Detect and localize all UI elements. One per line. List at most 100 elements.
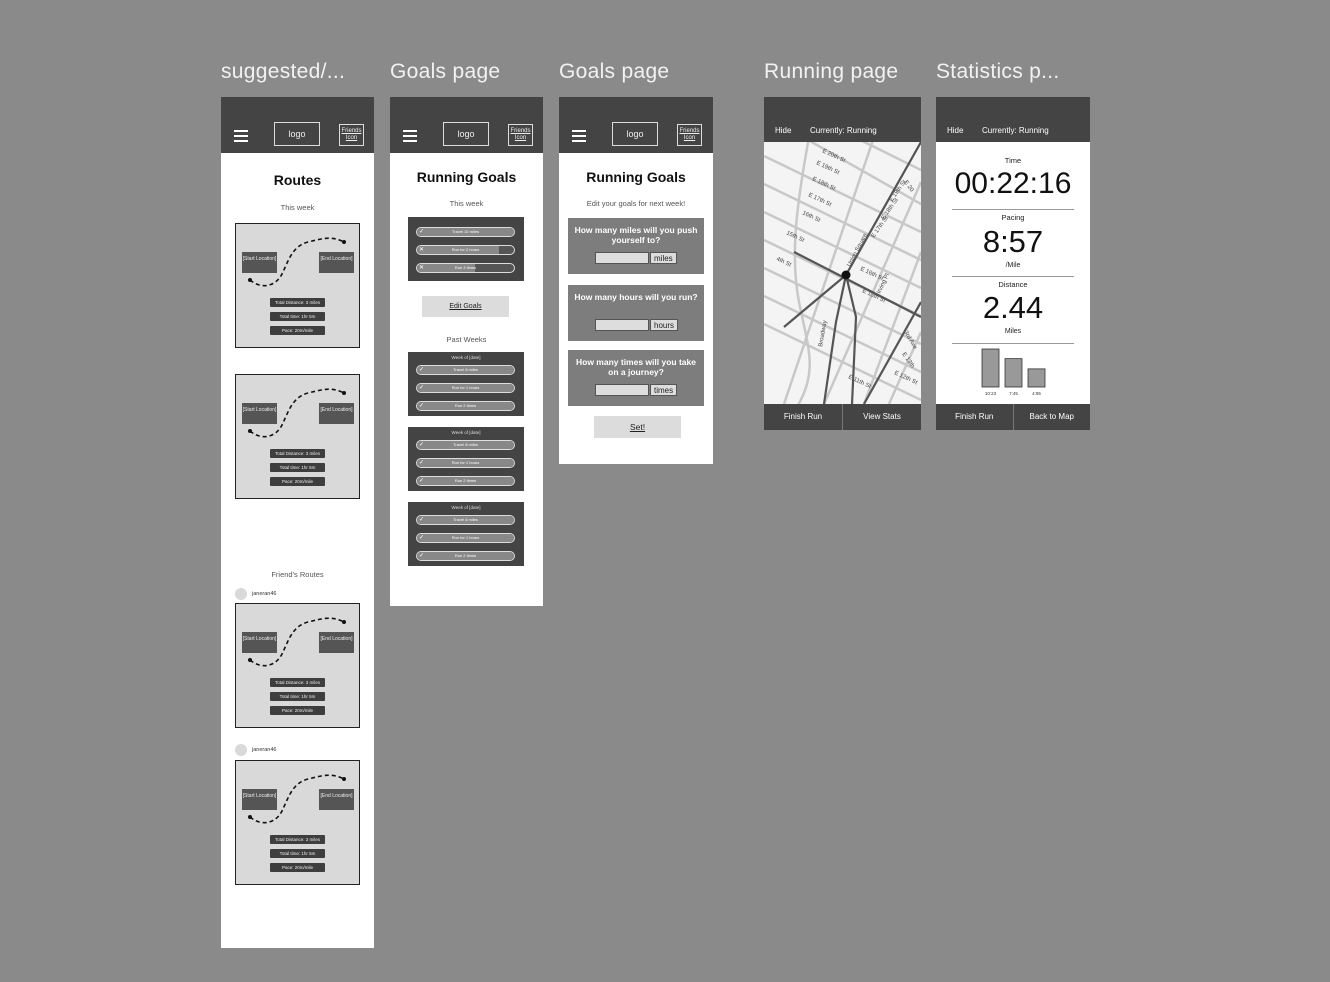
week-label: Week of [date] — [451, 430, 481, 435]
route-time: Total time: 1hr 5m — [270, 463, 325, 472]
view-stats-button[interactable]: View Stats — [843, 404, 921, 430]
goal-label: Run 2 times — [454, 403, 477, 408]
route-card[interactable]: [Start Location] [End Location] Total Dist… — [235, 760, 360, 885]
logo[interactable]: logo — [443, 122, 489, 146]
goal-input[interactable] — [595, 384, 649, 396]
goal-progress: ✓ Travel 10 miles — [416, 227, 515, 237]
friends-icon[interactable]: Friends Icon — [677, 124, 702, 146]
section-label-past-weeks: Past Weeks — [446, 335, 487, 344]
back-to-map-button[interactable]: Back to Map — [1014, 404, 1091, 430]
goal-label: Travel 10 miles — [452, 229, 479, 234]
goal-progress: ✕ Run for 2 hours — [416, 245, 515, 255]
route-card[interactable]: [Start Location] [End Location] Total Dist… — [235, 223, 360, 348]
start-location-label: [Start Location] — [242, 789, 277, 810]
goal-progress: ✓ Travel 8 miles — [416, 365, 515, 375]
edit-goals-button[interactable]: Edit Goals — [422, 296, 509, 317]
split-label: 10:23 — [985, 391, 997, 396]
goal-progress: ✓ Run for 1 hours — [416, 383, 515, 393]
goal-progress: ✕ Run 3 times — [416, 263, 515, 273]
hamburger-menu-icon[interactable] — [403, 130, 417, 142]
past-week-card[interactable]: Week of [date] ✓ Travel 8 miles ✓ Run for 1 … — [408, 502, 524, 566]
hide-button[interactable]: Hide — [947, 126, 963, 135]
friends-icon[interactable]: Friends Icon — [339, 124, 364, 146]
goal-question-card: How many miles will you push yourself to… — [568, 218, 704, 274]
route-card[interactable]: [Start Location] [End Location] Total Dist… — [235, 374, 360, 499]
goal-question: How many hours will you run? — [574, 292, 698, 302]
goal-unit: miles — [650, 252, 677, 264]
goals-frame: logo Friends Icon Running Goals This wee… — [390, 97, 543, 606]
split-bar — [1027, 368, 1046, 388]
route-pace: Pace: 20m/mile — [270, 326, 325, 335]
this-week-goals: ✓ Travel 10 miles ✕ Run for 2 hours ✕ Run 3 t… — [408, 217, 524, 281]
app-header: logo Friends Icon — [221, 97, 374, 153]
goal-input[interactable] — [595, 252, 649, 264]
route-card[interactable]: [Start Location] [End Location] Total Dist… — [235, 603, 360, 728]
goal-progress: ✓ Run for 1 hours — [416, 458, 515, 468]
set-goals-button[interactable]: Set! — [594, 416, 681, 438]
goal-label: Run 2 times — [454, 553, 477, 558]
frame-title-routes: suggested/... — [221, 60, 346, 83]
goal-question: How many times will you take on a journe… — [576, 357, 696, 377]
start-location-label: [Start Location] — [242, 632, 277, 653]
goal-progress: ✓ Travel 8 miles — [416, 515, 515, 525]
route-distance: Total Distance: 3 miles — [270, 678, 325, 687]
hamburger-menu-icon[interactable] — [572, 130, 586, 142]
end-location-label: [End Location] — [319, 789, 354, 810]
section-label-this-week: This week — [449, 199, 484, 208]
start-location-label: [Start Location] — [242, 403, 277, 424]
goal-question: How many miles will you push yourself to… — [574, 225, 698, 245]
week-label: Week of [date] — [451, 505, 481, 510]
route-time: Total time: 1hr 5m — [270, 312, 325, 321]
finish-run-button[interactable]: Finish Run — [936, 404, 1014, 430]
logo[interactable]: logo — [274, 122, 320, 146]
goal-label: Run 2 times — [454, 478, 477, 483]
goal-progress: ✓ Run 2 times — [416, 476, 515, 486]
hamburger-menu-icon[interactable] — [234, 130, 248, 142]
friend-username[interactable]: janeran46 — [252, 747, 276, 753]
goal-label: Run 3 times — [454, 265, 477, 270]
goal-unit: hours — [650, 319, 679, 331]
route-distance: Total Distance: 3 miles — [270, 835, 325, 844]
goal-question-card: How many hours will you run? hours — [568, 285, 704, 341]
divider — [952, 209, 1074, 210]
stats-frame: Hide Currently: Running Time 00:22:16 Pa… — [936, 97, 1090, 430]
distance-label: Distance — [998, 280, 1028, 289]
goals-edit-frame: logo Friends Icon Running Goals Edit you… — [559, 97, 713, 464]
end-location-label: [End Location] — [319, 252, 354, 273]
page-subtitle: Edit your goals for next week! — [586, 199, 686, 208]
avatar[interactable] — [235, 744, 247, 756]
start-location-label: [Start Location] — [242, 252, 277, 273]
map-pin-icon — [841, 270, 851, 280]
stats-top-bar: Hide Currently: Running — [936, 97, 1090, 142]
hide-button[interactable]: Hide — [775, 126, 791, 135]
week-label: Week of [date] — [451, 355, 481, 360]
logo[interactable]: logo — [612, 122, 658, 146]
route-distance: Total Distance: 3 miles — [270, 298, 325, 307]
friends-icon[interactable]: Friends Icon — [508, 124, 533, 146]
distance-value: 2.44 — [982, 290, 1044, 325]
end-location-label: [End Location] — [319, 403, 354, 424]
goal-label: Travel 8 miles — [453, 442, 478, 447]
goal-label: Travel 8 miles — [453, 517, 478, 522]
divider — [952, 276, 1074, 277]
map[interactable]: E 20th StE 19th StE 18th StE 17th St16th… — [764, 142, 921, 404]
finish-run-button[interactable]: Finish Run — [764, 404, 843, 430]
app-header: logo Friends Icon — [559, 97, 713, 153]
goal-progress: ✓ Run for 1 hours — [416, 533, 515, 543]
frame-title-stats: Statistics p... — [936, 60, 1060, 83]
friend-username[interactable]: janeran46 — [252, 591, 276, 597]
past-week-card[interactable]: Week of [date] ✓ Travel 8 miles ✓ Run for 1 … — [408, 352, 524, 416]
status-label: Currently: Running — [982, 126, 1049, 135]
stats-bottom-bar: Finish Run Back to Map — [936, 404, 1090, 430]
goal-input[interactable] — [595, 319, 649, 331]
avatar[interactable] — [235, 588, 247, 600]
goal-question-card: How many times will you take on a journe… — [568, 350, 704, 406]
goal-label: Run for 1 hours — [451, 385, 480, 390]
split-label: 7:45 — [1009, 391, 1018, 396]
pace-value: 8:57 — [982, 224, 1044, 259]
past-week-card[interactable]: Week of [date] ✓ Travel 8 miles ✓ Run for 1 … — [408, 427, 524, 491]
pace-unit: /Mile — [1005, 262, 1021, 269]
running-top-bar: Hide Currently: Running — [764, 97, 921, 142]
route-time: Total time: 1hr 5m — [270, 849, 325, 858]
page-title: Routes — [273, 172, 322, 188]
